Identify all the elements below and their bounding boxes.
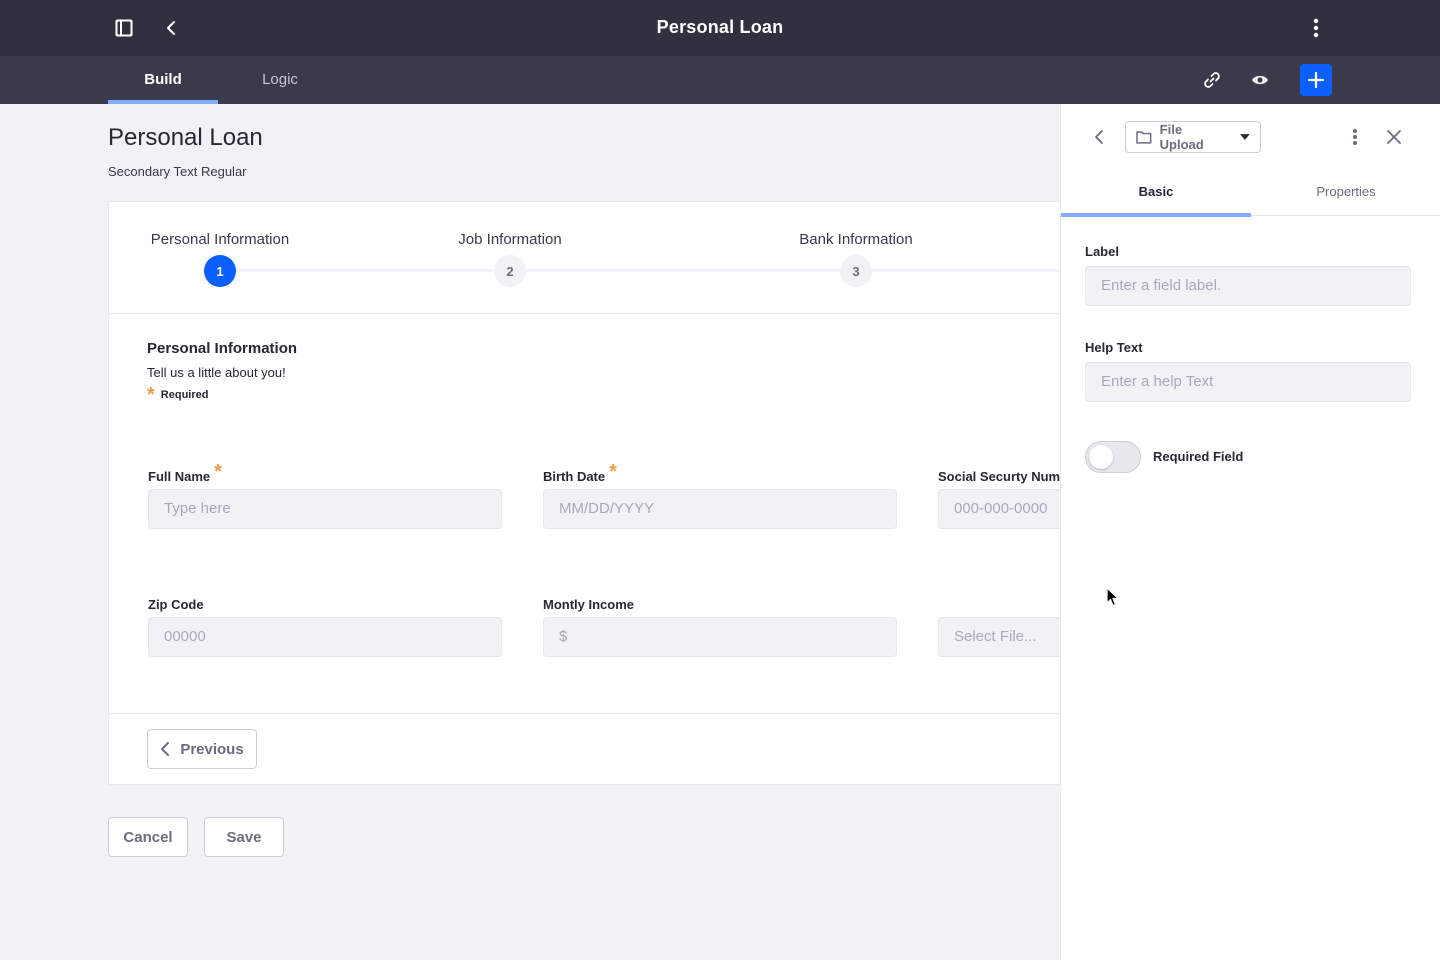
tab-properties[interactable]: Properties xyxy=(1251,168,1440,216)
eye-icon xyxy=(1252,75,1268,85)
ssn-field[interactable]: 000-000-0000 xyxy=(938,489,1060,529)
previous-button[interactable]: Previous xyxy=(147,729,257,769)
full-name-label: Full Name * xyxy=(148,461,222,484)
panel-tabs: Basic Properties xyxy=(1061,168,1440,217)
plus-icon xyxy=(1308,72,1324,88)
form-page-footer: Previous xyxy=(109,713,1060,784)
monthly-income-label: Montly Income xyxy=(543,597,635,612)
more-options-button[interactable] xyxy=(1302,14,1330,42)
caret-down-icon xyxy=(1240,134,1250,140)
form-title[interactable]: Personal Loan xyxy=(108,124,263,152)
close-icon xyxy=(1387,130,1401,144)
birth-date-label: Birth Date * xyxy=(543,461,617,484)
step-track xyxy=(221,269,1060,272)
save-button[interactable]: Save xyxy=(204,817,284,857)
tab-basic[interactable]: Basic xyxy=(1061,168,1251,217)
help-text-setting-input[interactable]: Enter a help Text xyxy=(1085,362,1411,402)
panel-close-button[interactable] xyxy=(1380,123,1408,151)
zip-code-field[interactable]: 00000 xyxy=(148,617,502,657)
form-subtitle[interactable]: Secondary Text Regular xyxy=(108,164,247,179)
label-setting-input[interactable]: Enter a field label. xyxy=(1085,266,1411,306)
tab-build[interactable]: Build xyxy=(108,56,218,104)
preview-button[interactable] xyxy=(1244,64,1276,96)
required-asterisk-icon: * xyxy=(147,384,155,406)
field-type-dropdown[interactable]: File Upload xyxy=(1125,121,1261,153)
chevron-left-icon xyxy=(161,742,170,756)
label-setting-title: Label xyxy=(1085,244,1119,259)
kebab-menu-icon xyxy=(1353,129,1357,145)
monthly-income-field[interactable]: $ xyxy=(543,617,897,657)
app-title: Personal Loan xyxy=(656,17,784,37)
form-page-card: Personal Information 1 Job Information 2… xyxy=(108,201,1060,785)
app-header: Personal Loan xyxy=(0,0,1440,56)
step-label: Job Information xyxy=(458,231,562,248)
step-number: 1 xyxy=(204,255,236,287)
add-field-button[interactable] xyxy=(1300,64,1332,96)
folder-icon xyxy=(1136,131,1152,144)
ssn-label: Social Securty Num xyxy=(938,469,1060,484)
panel-more-button[interactable] xyxy=(1341,123,1369,151)
help-text-setting-title: Help Text xyxy=(1085,340,1143,355)
copy-link-button[interactable] xyxy=(1196,64,1228,96)
full-name-label-text: Full Name xyxy=(148,469,211,484)
birth-date-field[interactable]: MM/DD/YYYY xyxy=(543,489,897,529)
mouse-cursor-icon xyxy=(1106,587,1119,607)
builder-tabbar: Build Logic xyxy=(0,56,1440,104)
file-upload-field[interactable]: Select File... xyxy=(938,617,1060,657)
step-number: 2 xyxy=(494,255,526,287)
step-label: Personal Information xyxy=(150,231,290,248)
toggle-knob xyxy=(1089,445,1113,469)
field-type-label: File Upload xyxy=(1159,122,1204,152)
previous-button-label: Previous xyxy=(180,740,244,758)
kebab-menu-icon xyxy=(1313,18,1319,38)
step-label: Bank Information xyxy=(799,231,913,248)
required-field-toggle-label: Required Field xyxy=(1153,449,1244,464)
required-legend: * Required xyxy=(147,384,209,406)
required-field-toggle[interactable] xyxy=(1085,441,1141,473)
required-asterisk-icon: * xyxy=(214,461,222,483)
wizard-steps: Personal Information 1 Job Information 2… xyxy=(109,202,1060,314)
field-settings-panel: File Upload Basic Properties Label Enter… xyxy=(1060,104,1440,960)
section-title[interactable]: Personal Information xyxy=(147,340,297,357)
required-legend-text: Required xyxy=(160,389,209,401)
panel-back-button[interactable] xyxy=(1085,123,1113,151)
required-asterisk-icon: * xyxy=(609,461,617,483)
section-description[interactable]: Tell us a little about you! xyxy=(147,365,286,380)
cancel-button[interactable]: Cancel xyxy=(108,817,188,857)
step-number: 3 xyxy=(840,255,872,287)
tab-logic[interactable]: Logic xyxy=(240,56,320,104)
chevron-left-icon xyxy=(1095,130,1103,144)
full-name-field[interactable]: Type here xyxy=(148,489,502,529)
link-icon xyxy=(1204,72,1220,88)
birth-date-label-text: Birth Date xyxy=(543,469,606,484)
zip-code-label: Zip Code xyxy=(148,597,204,612)
